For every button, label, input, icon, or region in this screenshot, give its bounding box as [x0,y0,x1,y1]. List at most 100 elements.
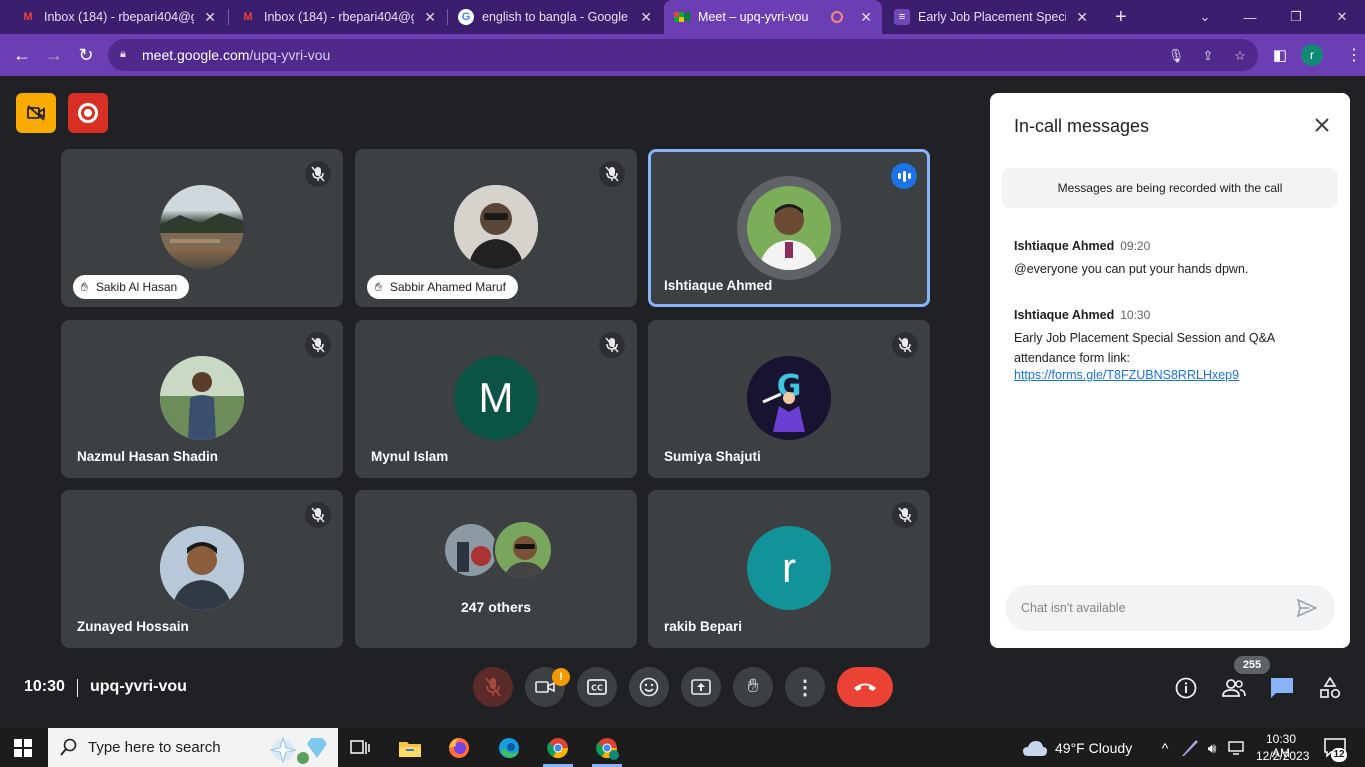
windows-start-icon[interactable] [14,739,32,757]
volume-icon[interactable]: 🔊︎ [1199,735,1225,761]
close-icon[interactable]: ✕ [204,9,216,26]
participant-tile[interactable]: Nazmul Hasan Shadin [61,320,343,478]
chat-button[interactable] [1269,675,1295,701]
tab-google-search[interactable]: G english to bangla - Google S ✕ [448,0,662,34]
gmail-icon: M [23,11,33,23]
notification-count: 12 [1331,748,1347,762]
avatar [454,185,538,269]
meeting-details-button[interactable] [1173,675,1199,701]
send-icon[interactable] [1295,596,1319,620]
chrome-icon[interactable] [545,735,571,761]
mic-off-icon [892,502,918,528]
edge-icon[interactable] [496,735,522,761]
reload-icon[interactable]: ↻ [72,41,100,69]
camera-warning-badge: ! [552,668,570,686]
participant-tile-self[interactable]: r rakib Bepari [648,490,930,648]
close-icon[interactable]: ✕ [1076,9,1088,26]
close-window-button[interactable]: ✕ [1319,0,1365,34]
others-tile[interactable]: 247 others [355,490,637,648]
portrait-photo [454,185,538,269]
participant-name: ✋︎ Sabbir Ahamed Maruf [367,275,518,299]
chat-message: Ishtiaque Ahmed 09:20 @everyone you can p… [1014,237,1314,279]
weather-text[interactable]: 49°F Cloudy [1055,740,1132,756]
chevron-up-icon[interactable]: ^ [1152,735,1178,761]
url-host: meet.google.com [142,47,250,63]
reactions-button[interactable] [629,667,669,707]
weather-cloud-icon[interactable] [1022,735,1048,761]
activities-button[interactable] [1317,675,1343,701]
close-icon[interactable]: ✕ [424,9,436,26]
minimize-button[interactable]: — [1227,0,1273,34]
tab-forms[interactable]: ≡ Early Job Placement Special ✕ [884,0,1098,34]
tab-title: Inbox (184) - rbepari404@gm [264,10,414,24]
svg-text:CC: CC [591,684,603,693]
more-options-button[interactable]: ⋮ [785,667,825,707]
avatar[interactable]: r [1301,44,1323,66]
tab-meet[interactable]: Meet – upq-yvri-vou ✕ [664,0,882,34]
cartoon-avatar: G [747,356,831,440]
tab-search-icon[interactable]: ⌄ [1182,0,1228,34]
message-link[interactable]: https://forms.gle/T8FZUBNS8RRLHxep9 [1014,368,1314,382]
tab-gmail-2[interactable]: M Inbox (184) - rbepari404@gm ✕ [230,0,446,34]
search-icon [60,738,78,761]
portrait-photo [747,186,831,270]
participant-name: ✋︎ Sakib Al Hasan [73,275,190,299]
participant-tile[interactable]: M Mynul Islam [355,320,637,478]
participant-tile[interactable]: G Sumiya Shajuti [648,320,930,478]
message-text: Early Job Placement Special Session and … [1014,331,1275,365]
participant-tile[interactable]: ✋︎ Sabbir Ahamed Maruf [355,149,637,307]
close-icon[interactable]: ✕ [640,9,652,26]
url-path: /upq-yvri-vou [249,47,331,63]
clock-date[interactable]: 12/2/2023 [1256,749,1309,763]
mic-off-icon [305,332,331,358]
more-vertical-icon: ⋮ [795,676,815,699]
microphone-icon[interactable]: 🎙︎ [1165,45,1187,67]
raise-hand-button[interactable]: ✋︎ [733,667,773,707]
task-view-icon[interactable] [347,735,373,761]
chat-input[interactable]: Chat isn't available [1005,585,1335,631]
bookmark-star-icon[interactable]: ☆ [1229,45,1251,67]
participant-name: Sumiya Shajuti [664,449,761,464]
mic-off-icon [485,677,501,697]
omnibox[interactable]: 🔒︎ meet.google.com/upq-yvri-vou 🎙︎ ⇪ ☆ [108,39,1258,71]
chrome-profile-icon[interactable] [594,735,620,761]
restore-button[interactable]: ❐ [1273,0,1319,34]
people-count-badge: 255 [1234,656,1270,674]
captions-icon: CC [587,679,607,695]
menu-icon[interactable]: ⋮ [1340,41,1365,69]
participant-tile-speaking[interactable]: Ishtiaque Ahmed [648,149,930,307]
side-panel-icon[interactable]: ◧ [1266,41,1294,69]
back-icon[interactable]: ← [8,41,36,69]
captions-button[interactable]: CC [577,667,617,707]
meeting-time: 10:30 [24,678,65,695]
new-tab-button[interactable]: + [1105,0,1135,34]
tab-title: Early Job Placement Special [918,10,1066,24]
tab-title: english to bangla - Google S [482,10,632,24]
message-text: @everyone you can put your hands dpwn. [1014,262,1249,276]
video-off-icon [27,105,45,121]
people-icon [1222,679,1246,697]
network-icon[interactable] [1224,735,1250,761]
lock-icon: 🔒︎ [120,48,126,60]
close-icon[interactable] [1310,113,1334,137]
recording-button[interactable] [68,93,108,133]
present-screen-button[interactable] [681,667,721,707]
raised-hand-icon: ✋︎ [375,279,382,294]
firefox-icon[interactable] [446,735,472,761]
camera-off-indicator[interactable] [16,93,56,133]
close-icon[interactable]: ✕ [860,9,872,26]
microphone-toggle-button[interactable] [473,667,513,707]
people-button[interactable] [1221,675,1247,701]
forms-icon: ≡ [894,9,910,25]
avatar: G [747,356,831,440]
share-icon[interactable]: ⇪ [1197,45,1219,67]
taskbar-search[interactable]: Type here to search [48,728,338,767]
leave-call-button[interactable] [837,667,893,707]
file-explorer-icon[interactable] [397,735,423,761]
forward-icon[interactable]: → [40,41,68,69]
others-count: 247 others [460,599,532,615]
participant-tile[interactable]: ✋︎ Sakib Al Hasan [61,149,343,307]
participant-tile[interactable]: Zunayed Hossain [61,490,343,648]
end-call-icon [854,683,876,691]
tab-gmail-1[interactable]: M Inbox (184) - rbepari404@gm ✕ [10,0,226,34]
